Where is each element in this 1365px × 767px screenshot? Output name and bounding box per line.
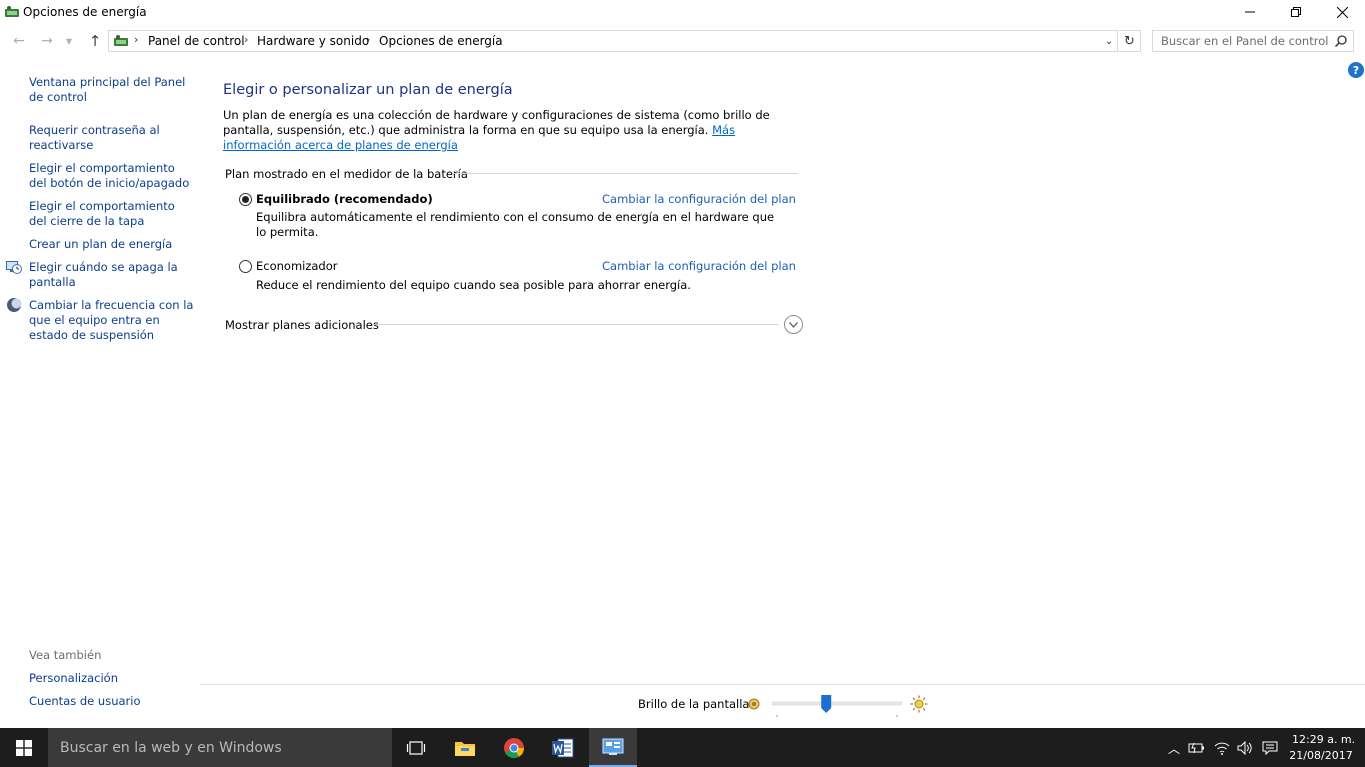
taskbar-search-box[interactable]: Buscar en la web y en Windows	[48, 728, 392, 767]
back-button[interactable]: ←	[9, 31, 29, 51]
restore-button[interactable]	[1273, 0, 1319, 24]
breadcrumb-hardware-sound[interactable]: Hardware y sonido	[257, 34, 369, 48]
taskbar: Buscar en la web y en Windows ︿ 12:29 a.…	[0, 728, 1365, 767]
close-icon	[1336, 6, 1348, 18]
search-box[interactable]	[1152, 30, 1354, 52]
close-button[interactable]	[1319, 0, 1365, 24]
group-divider	[452, 173, 798, 174]
plan-balanced-radio[interactable]	[239, 193, 252, 206]
restore-icon	[1291, 7, 1301, 17]
taskbar-word[interactable]	[539, 728, 587, 767]
taskbar-control-panel[interactable]	[589, 728, 637, 767]
task-link-sleep-frequency[interactable]: Cambiar la frecuencia con la que el equi…	[29, 298, 194, 343]
brightness-high-icon	[910, 695, 928, 713]
volume-icon[interactable]	[1236, 739, 1254, 757]
chevron-right-icon[interactable]: ›	[244, 33, 248, 46]
action-center-icon[interactable]	[1261, 739, 1279, 757]
bottom-separator	[200, 684, 1365, 685]
monitor-clock-icon	[6, 261, 22, 274]
task-link-display-off[interactable]: Elegir cuándo se apaga la pantalla	[29, 260, 194, 290]
minimize-button[interactable]	[1227, 0, 1273, 24]
recent-locations-button[interactable]: ▼	[62, 31, 76, 51]
arrow-right-icon: →	[41, 33, 53, 49]
chevron-down-icon	[789, 321, 798, 328]
breadcrumb-control-panel[interactable]: Panel de control	[148, 34, 245, 48]
brightness-slider[interactable]	[772, 693, 902, 719]
intro-paragraph: Un plan de energía es una colección de h…	[223, 108, 803, 153]
brightness-slider-thumb[interactable]	[821, 695, 832, 713]
start-button[interactable]	[0, 728, 48, 767]
arrow-up-icon: ↑	[88, 32, 102, 50]
power-options-icon	[5, 6, 19, 17]
plan-power-saver-radio[interactable]	[239, 260, 252, 273]
chevron-down-icon: ▼	[65, 36, 73, 46]
taskbar-chrome[interactable]	[490, 728, 538, 767]
battery-icon[interactable]	[1188, 739, 1206, 757]
page-title: Elegir o personalizar un plan de energía	[223, 82, 513, 98]
window-title: Opciones de energía	[23, 5, 147, 19]
moon-icon	[7, 298, 22, 312]
chevron-right-icon[interactable]: ›	[134, 33, 138, 46]
taskbar-clock-time[interactable]: 12:29 a. m.	[1292, 733, 1355, 746]
word-icon	[552, 738, 574, 757]
power-options-icon	[114, 35, 128, 46]
windows-logo-icon	[16, 739, 32, 756]
forward-button[interactable]: →	[37, 31, 57, 51]
up-button[interactable]: ↑	[85, 31, 105, 51]
see-also-personalization[interactable]: Personalización	[29, 671, 194, 686]
see-also-user-accounts[interactable]: Cuentas de usuario	[29, 694, 194, 709]
chrome-icon	[504, 737, 524, 758]
plan-power-saver-settings-link[interactable]: Cambiar la configuración del plan	[602, 259, 796, 273]
breadcrumb-power-options[interactable]: Opciones de energía	[379, 34, 503, 48]
task-link-require-password[interactable]: Requerir contraseña al reactivarse	[29, 123, 194, 153]
brightness-label: Brillo de la pantalla:	[638, 697, 754, 711]
folder-icon	[455, 741, 475, 756]
taskbar-file-explorer[interactable]	[441, 728, 489, 767]
search-icon[interactable]	[1334, 34, 1348, 48]
search-input[interactable]	[1153, 31, 1331, 51]
taskbar-clock-date[interactable]: 21/08/2017	[1288, 749, 1354, 762]
plan-power-saver-name[interactable]: Economizador	[256, 259, 338, 273]
intro-text: Un plan de energía es una colección de h…	[223, 108, 770, 137]
task-view-button[interactable]	[392, 728, 440, 767]
brightness-low-icon	[748, 698, 760, 710]
minimize-icon	[1245, 11, 1255, 13]
chevron-down-icon: ⌄	[1104, 35, 1114, 47]
task-link-create-plan[interactable]: Crear un plan de energía	[29, 237, 194, 252]
expand-more-plans-button[interactable]	[784, 315, 803, 334]
plan-balanced-name[interactable]: Equilibrado (recomendado)	[256, 192, 433, 206]
show-hidden-icons-button[interactable]: ︿	[1165, 739, 1183, 757]
address-dropdown-button[interactable]: ⌄	[1102, 33, 1116, 49]
address-bar[interactable]: › Panel de control › Hardware y sonido ›…	[108, 30, 1118, 52]
refresh-button[interactable]: ↻	[1119, 30, 1141, 52]
arrow-left-icon: ←	[13, 33, 25, 49]
task-link-power-button[interactable]: Elegir el comportamiento del botón de in…	[29, 161, 194, 191]
task-link-lid-close[interactable]: Elegir el comportamiento del cierre de l…	[29, 199, 194, 229]
task-view-icon	[406, 740, 426, 755]
title-bar: Opciones de energía	[0, 0, 1365, 24]
show-more-plans-label[interactable]: Mostrar planes adicionales	[225, 318, 379, 332]
battery-plans-group-label: Plan mostrado en el medidor de la baterí…	[225, 167, 468, 181]
plan-power-saver-description: Reduce el rendimiento del equipo cuando …	[256, 278, 691, 292]
plan-balanced-description: Equilibra automáticamente el rendimiento…	[256, 210, 775, 239]
plan-balanced-settings-link[interactable]: Cambiar la configuración del plan	[602, 192, 796, 206]
refresh-icon: ↻	[1124, 33, 1135, 49]
chevron-right-icon[interactable]: ›	[366, 33, 370, 46]
control-panel-icon	[602, 738, 624, 755]
group-divider	[372, 324, 778, 325]
help-icon[interactable]: ?	[1348, 62, 1364, 78]
taskbar-search-placeholder[interactable]: Buscar en la web y en Windows	[60, 740, 282, 756]
wifi-icon[interactable]	[1213, 739, 1231, 757]
chevron-up-icon: ︿	[1167, 741, 1180, 756]
see-also-heading: Vea también	[29, 648, 102, 662]
task-link-control-panel-home[interactable]: Ventana principal del Panel de control	[29, 75, 194, 105]
